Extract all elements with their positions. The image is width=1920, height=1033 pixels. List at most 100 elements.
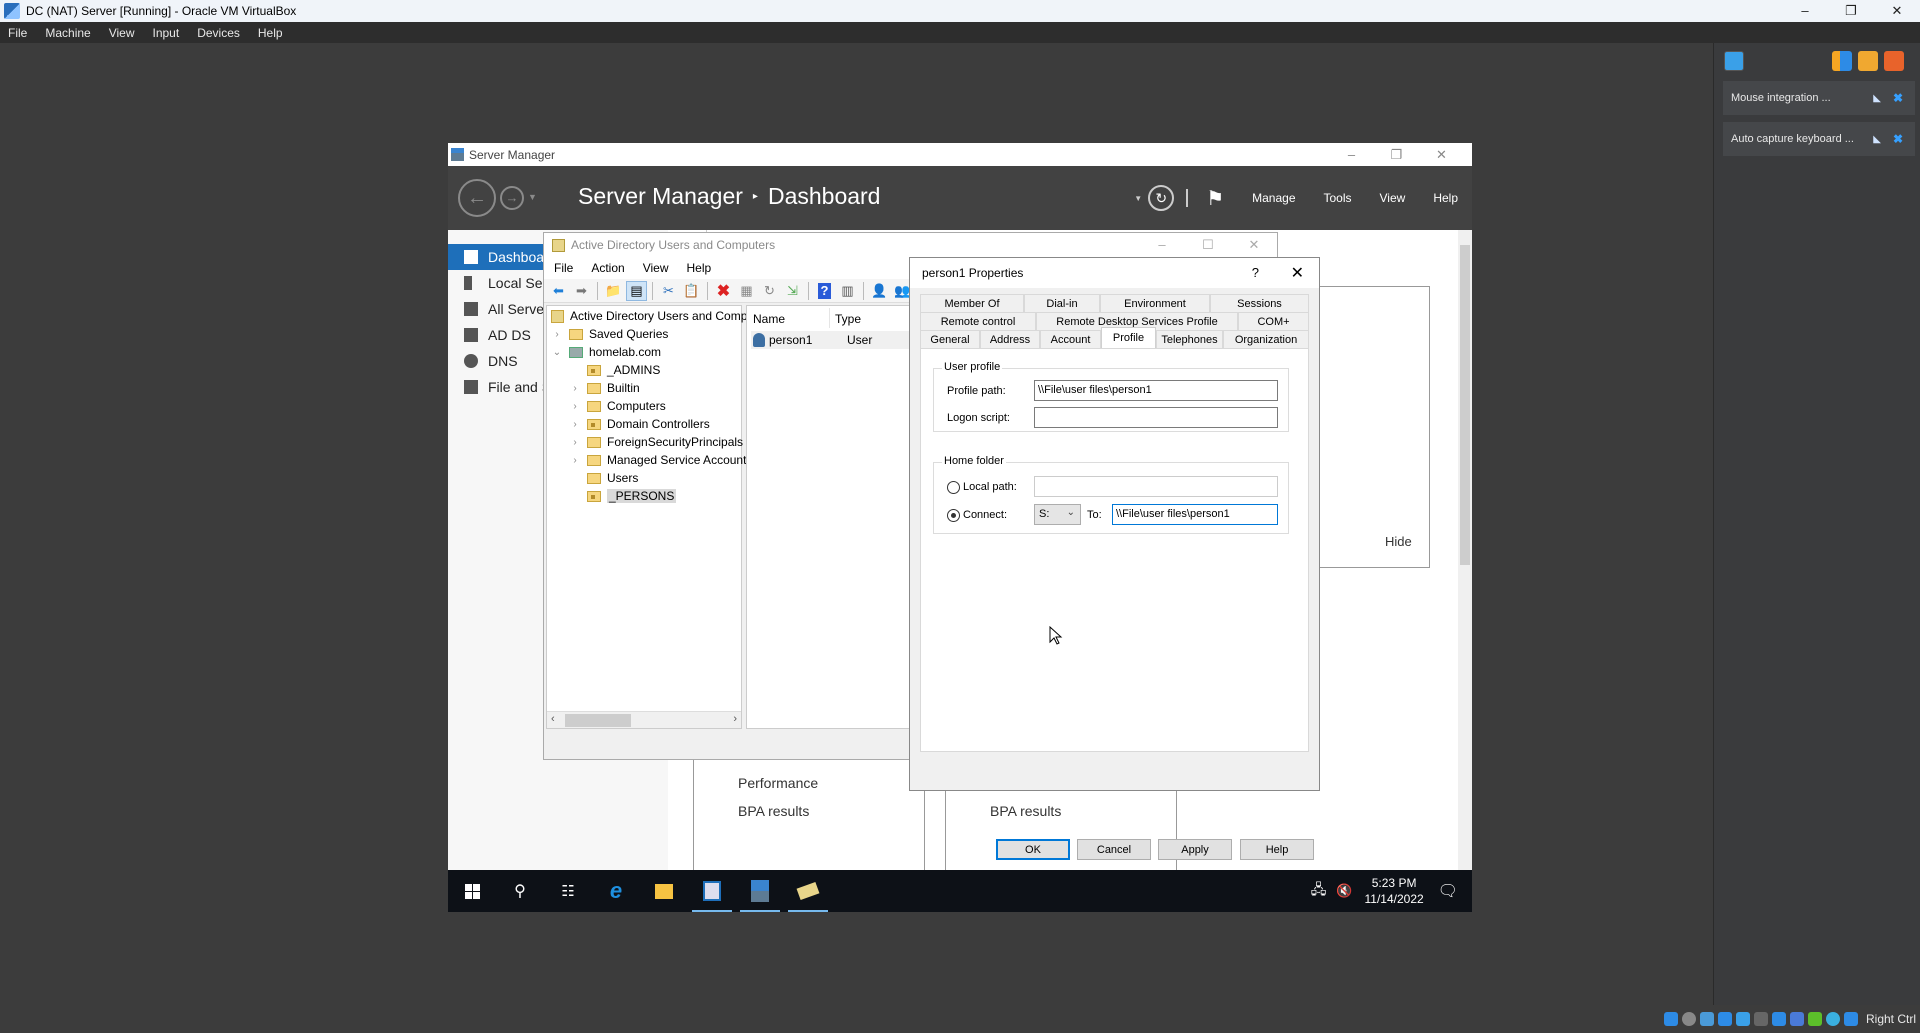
tab-member-of[interactable]: Member Of: [920, 294, 1024, 312]
tile-item-bpa-results[interactable]: BPA results: [990, 803, 1061, 819]
chevron-right-icon[interactable]: ›: [569, 455, 581, 466]
tab-account[interactable]: Account: [1040, 330, 1101, 348]
notifications-flag-icon[interactable]: ⚑: [1206, 186, 1224, 211]
clear-all-icon[interactable]: [1884, 51, 1904, 71]
menu-help[interactable]: Help: [1433, 191, 1458, 205]
profile-path-input[interactable]: \\File\user files\person1: [1034, 380, 1278, 401]
close-button[interactable]: ✕: [1874, 0, 1920, 22]
tab-environment[interactable]: Environment: [1100, 294, 1210, 312]
sm-minimize-button[interactable]: –: [1329, 143, 1374, 166]
hard-disk-icon[interactable]: [1664, 1012, 1678, 1026]
aduc-menu-action[interactable]: Action: [591, 261, 624, 275]
notification-toggle-icon[interactable]: [1724, 51, 1744, 71]
menu-machine[interactable]: Machine: [43, 26, 92, 40]
new-user-icon[interactable]: 👤: [869, 281, 890, 301]
help-icon[interactable]: ?: [818, 282, 831, 299]
menu-tools[interactable]: Tools: [1324, 191, 1352, 205]
tree-node[interactable]: › Builtin: [569, 379, 639, 397]
tree-node[interactable]: Users: [569, 469, 638, 487]
file-explorer-icon[interactable]: [640, 870, 688, 912]
aduc-taskbar-icon[interactable]: [688, 870, 736, 912]
paste-icon[interactable]: 📋: [681, 281, 702, 301]
tree-node[interactable]: ⌄ homelab.com: [551, 343, 661, 361]
action-center-icon[interactable]: 🗨: [1438, 881, 1458, 901]
tile-item-performance[interactable]: Performance: [738, 775, 818, 791]
tab-telephones[interactable]: Telephones: [1156, 330, 1223, 348]
mouse-integration-icon[interactable]: [1826, 1012, 1840, 1026]
menu-view[interactable]: View: [107, 26, 137, 40]
pin-icon[interactable]: ◣: [1873, 134, 1881, 145]
tab-sessions[interactable]: Sessions: [1210, 294, 1309, 312]
back-icon[interactable]: ←: [458, 179, 496, 217]
close-notification-icon[interactable]: ✖: [1893, 132, 1903, 146]
tree-node[interactable]: › Saved Queries: [551, 325, 668, 343]
refresh-icon[interactable]: ↻: [1148, 185, 1175, 211]
back-arrow-icon[interactable]: ⬅: [548, 281, 569, 301]
show-hide-tree-icon[interactable]: ▤: [626, 280, 647, 301]
aduc-close-button[interactable]: ✕: [1231, 233, 1277, 257]
cancel-button[interactable]: Cancel: [1077, 839, 1151, 860]
scrollbar-thumb[interactable]: [565, 714, 631, 727]
optical-drive-icon[interactable]: [1682, 1012, 1696, 1026]
logon-script-input[interactable]: [1034, 407, 1278, 428]
forward-icon[interactable]: →: [500, 186, 524, 210]
notification-mouse-integration[interactable]: Mouse integration ... ◣ ✖: [1723, 81, 1915, 115]
menu-devices[interactable]: Devices: [195, 26, 242, 40]
aduc-menu-help[interactable]: Help: [687, 261, 712, 275]
help-button[interactable]: Help: [1240, 839, 1314, 860]
tab-dial-in[interactable]: Dial-in: [1024, 294, 1100, 312]
delete-icon[interactable]: ✖: [713, 281, 734, 301]
cut-icon[interactable]: ✂: [658, 281, 679, 301]
chevron-right-icon[interactable]: ›: [569, 437, 581, 448]
vertical-scrollbar[interactable]: [1458, 230, 1472, 870]
tab-general[interactable]: General: [920, 330, 980, 348]
audio-icon[interactable]: [1700, 1012, 1714, 1026]
search-icon[interactable]: ⚲: [496, 870, 544, 912]
keyboard-capture-icon[interactable]: [1844, 1012, 1858, 1026]
show-action-pane-icon[interactable]: ▥: [837, 281, 858, 301]
chevron-right-icon[interactable]: ›: [569, 401, 581, 412]
local-path-input[interactable]: [1034, 476, 1278, 497]
start-button[interactable]: [448, 870, 496, 912]
aduc-minimize-button[interactable]: –: [1139, 233, 1185, 257]
tab-remote-control[interactable]: Remote control: [920, 312, 1036, 330]
cpu-icon[interactable]: [1808, 1012, 1822, 1026]
menu-input[interactable]: Input: [151, 26, 182, 40]
history-dropdown-icon[interactable]: ▼: [528, 192, 537, 202]
tree-horizontal-scrollbar[interactable]: ‹ ›: [547, 711, 741, 728]
connect-label[interactable]: Connect:: [963, 509, 1007, 521]
menu-file[interactable]: File: [6, 26, 29, 40]
scrollbar-thumb[interactable]: [1460, 245, 1470, 565]
properties-icon[interactable]: ▦: [736, 281, 757, 301]
home-folder-path-input[interactable]: \\File\user files\person1: [1112, 504, 1278, 525]
aduc-menu-file[interactable]: File: [554, 261, 573, 275]
tab-profile[interactable]: Profile: [1101, 327, 1156, 348]
connect-radio[interactable]: [947, 509, 960, 522]
menu-view[interactable]: View: [1380, 191, 1406, 205]
column-header-type[interactable]: Type: [835, 312, 861, 326]
chevron-right-icon[interactable]: ›: [569, 419, 581, 430]
hide-welcome-link[interactable]: Hide: [1385, 534, 1412, 549]
tree-node[interactable]: › ForeignSecurityPrincipals: [569, 433, 743, 451]
scroll-left-icon[interactable]: ‹: [551, 713, 555, 725]
tile-item-bpa-results[interactable]: BPA results: [738, 803, 809, 819]
tree-node[interactable]: › Domain Controllers: [569, 415, 709, 433]
notification-auto-capture[interactable]: Auto capture keyboard ... ◣ ✖: [1723, 122, 1915, 156]
keep-messages-icon[interactable]: [1858, 51, 1878, 71]
close-notification-icon[interactable]: ✖: [1893, 91, 1903, 105]
sm-restore-button[interactable]: ❐: [1374, 143, 1419, 166]
shared-folders-icon[interactable]: [1754, 1012, 1768, 1026]
tree-node[interactable]: › Managed Service Accounts: [569, 451, 752, 469]
network-tray-icon[interactable]: 🖧: [1311, 879, 1327, 903]
scroll-right-icon[interactable]: ›: [733, 713, 737, 725]
chevron-right-icon[interactable]: ›: [551, 329, 563, 340]
tree-node[interactable]: › Computers: [569, 397, 665, 415]
clock[interactable]: 5:23 PM 11/14/2022: [1365, 875, 1424, 907]
volume-muted-icon[interactable]: 🔇: [1336, 883, 1352, 899]
dialog-close-button[interactable]: ✕: [1291, 263, 1304, 283]
recording-icon[interactable]: [1790, 1012, 1804, 1026]
pin-icon[interactable]: ◣: [1873, 93, 1881, 104]
menu-manage[interactable]: Manage: [1252, 191, 1295, 205]
export-list-icon[interactable]: ⇲: [782, 281, 803, 301]
server-manager-taskbar-icon[interactable]: [736, 870, 784, 912]
